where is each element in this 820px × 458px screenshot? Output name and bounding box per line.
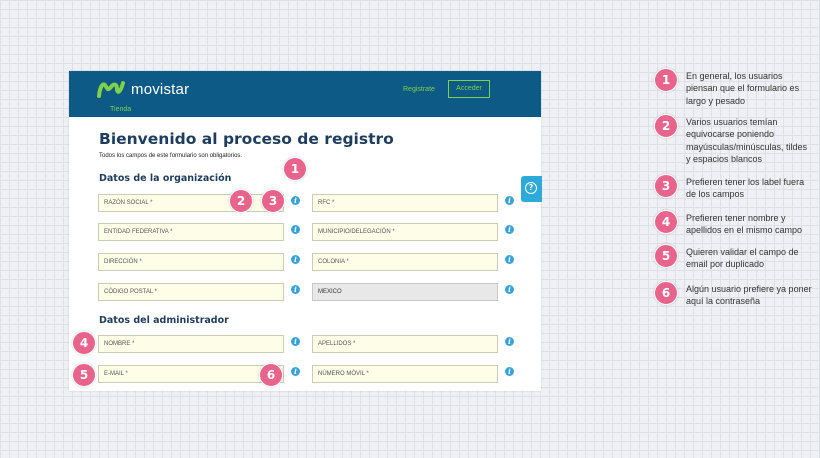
nav-link-tienda[interactable]: Tienda [110,106,131,113]
colonia-field[interactable]: COLONIA * [312,253,498,271]
register-link[interactable]: Registrate [403,86,435,93]
page-subtitle: Todos los campos de este formulario son … [99,153,243,159]
note-badge-5: 5 [654,244,678,268]
info-icon[interactable]: i [505,255,514,264]
movistar-logo-icon [97,81,125,98]
note-text-3: Prefieren tener los label fuera de los c… [686,177,805,200]
note-text-6: Algún usuario prefiere ya poner aquí la … [686,284,812,307]
note-badge-2: 2 [654,114,678,138]
annotation-badge-1: 1 [283,157,307,181]
entidad-federativa-field[interactable]: ENTIDAD FEDERATIVA * [98,223,284,241]
annotation-badge-3: 3 [261,189,285,213]
info-icon[interactable]: i [505,367,514,376]
note-text-4: Prefieren tener nombre y apellidos en el… [686,213,803,236]
annotation-badge-6: 6 [259,363,283,387]
info-icon[interactable]: i [291,225,300,234]
email-field[interactable]: E-MAIL * [98,365,284,383]
pais-field: MEXICO [312,283,498,301]
info-icon[interactable]: i [291,337,300,346]
note-badge-4: 4 [654,210,678,234]
apellidos-field[interactable]: APELLIDOS * [312,335,498,353]
info-icon[interactable]: i [505,225,514,234]
codigo-postal-field[interactable]: CÓDIGO POSTAL * [98,283,284,301]
note-text-1: En general, los usuarios piensan que el … [686,71,800,106]
note-badge-3: 3 [654,174,678,198]
municipio-field[interactable]: MUNICIPIO/DELEGACIÓN * [312,223,498,241]
info-icon[interactable]: i [505,285,514,294]
direccion-field[interactable]: DIRECCIÓN * [98,253,284,271]
info-icon[interactable]: i [291,255,300,264]
signup-page: movistar Tienda Registrate Acceder Bienv… [69,71,541,391]
note-badge-1: 1 [654,68,678,92]
login-button[interactable]: Acceder [448,80,490,98]
annotation-badge-4: 4 [72,331,96,355]
note-badge-6: 6 [654,281,678,305]
org-section-title: Datos de la organización [99,173,232,184]
note-text-2: Varios usuarios temían equivocarse ponie… [686,117,808,165]
page-title: Bienvenido al proceso de registro [99,130,394,148]
annotation-badge-2: 2 [229,189,253,213]
nombre-field[interactable]: NOMBRE * [98,335,284,353]
info-icon[interactable]: i [505,196,514,205]
razon-social-field[interactable]: RAZÓN SOCIAL * [98,194,284,212]
annotation-badge-5: 5 [72,363,96,387]
info-icon[interactable]: i [505,337,514,346]
rfc-field[interactable]: RFC * [312,194,498,212]
admin-section-title: Datos del administrador [99,315,229,326]
site-header: movistar Tienda Registrate Acceder [69,71,541,117]
info-icon[interactable]: i [291,196,300,205]
info-icon[interactable]: i [291,367,300,376]
info-icon[interactable]: i [291,285,300,294]
movil-field[interactable]: NÚMERO MÓVIL * [312,365,498,383]
brand-name: movistar [131,81,190,98]
help-icon: ? [525,182,537,194]
note-text-5: Quieren validar el campo de email por du… [686,247,799,270]
help-tab[interactable]: ? [521,176,542,202]
